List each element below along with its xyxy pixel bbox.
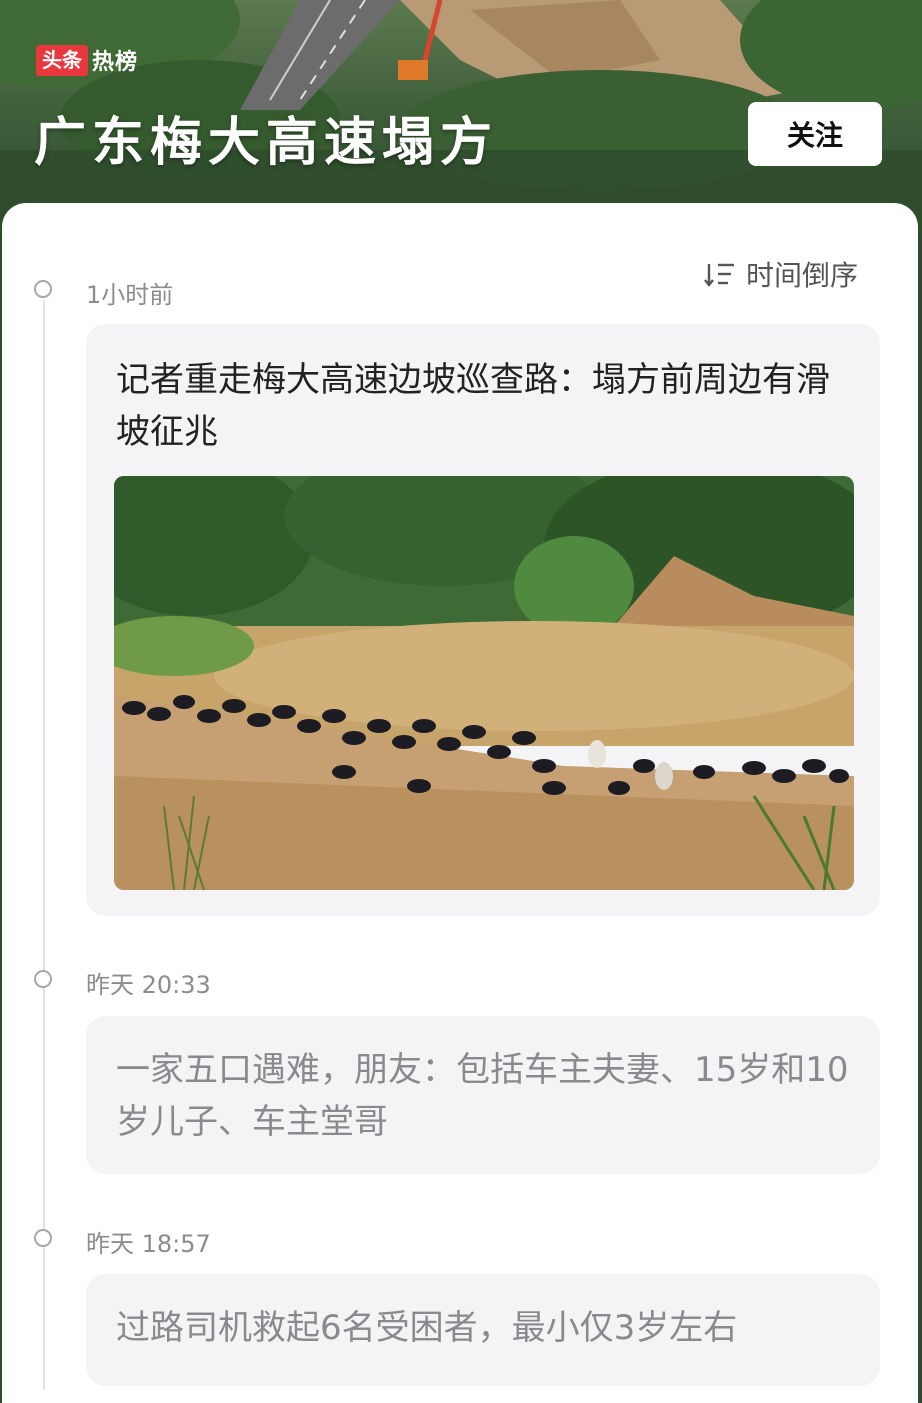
news-card[interactable]: 记者重走梅大高速边坡巡查路：塌方前周边有滑坡征兆	[86, 324, 880, 916]
follow-button[interactable]: 关注	[748, 102, 882, 166]
toutiao-hotlist-logo: 头条 热榜	[36, 44, 138, 76]
news-card[interactable]: 一家五口遇难，朋友：包括车主夫妻、15岁和10岁儿子、车主堂哥	[86, 1016, 880, 1174]
topic-title: 广东梅大高速塌方	[34, 113, 499, 173]
news-card[interactable]: 过路司机救起6名受困者，最小仅3岁左右	[86, 1274, 880, 1386]
sort-order-toggle[interactable]: 时间倒序	[704, 256, 858, 292]
entry-time: 昨天 20:33	[86, 971, 211, 999]
news-title: 记者重走梅大高速边坡巡查路：塌方前周边有滑坡征兆	[116, 360, 830, 452]
brand-box: 头条	[36, 44, 88, 76]
sort-descending-icon	[704, 263, 734, 287]
news-title: 过路司机救起6名受困者，最小仅3岁左右	[116, 1308, 738, 1348]
timeline-dot	[34, 280, 52, 298]
sort-label: 时间倒序	[746, 259, 859, 292]
timeline-line	[43, 300, 45, 1390]
news-image[interactable]	[114, 476, 854, 890]
pond-ducks-photo	[114, 476, 854, 890]
news-title: 一家五口遇难，朋友：包括车主夫妻、15岁和10岁儿子、车主堂哥	[116, 1050, 849, 1142]
entry-time: 昨天 18:57	[86, 1230, 211, 1258]
brand-text: 热榜	[92, 50, 139, 75]
timeline-dot	[34, 970, 52, 988]
timeline-dot	[34, 1229, 52, 1247]
entry-time: 1小时前	[86, 281, 174, 309]
